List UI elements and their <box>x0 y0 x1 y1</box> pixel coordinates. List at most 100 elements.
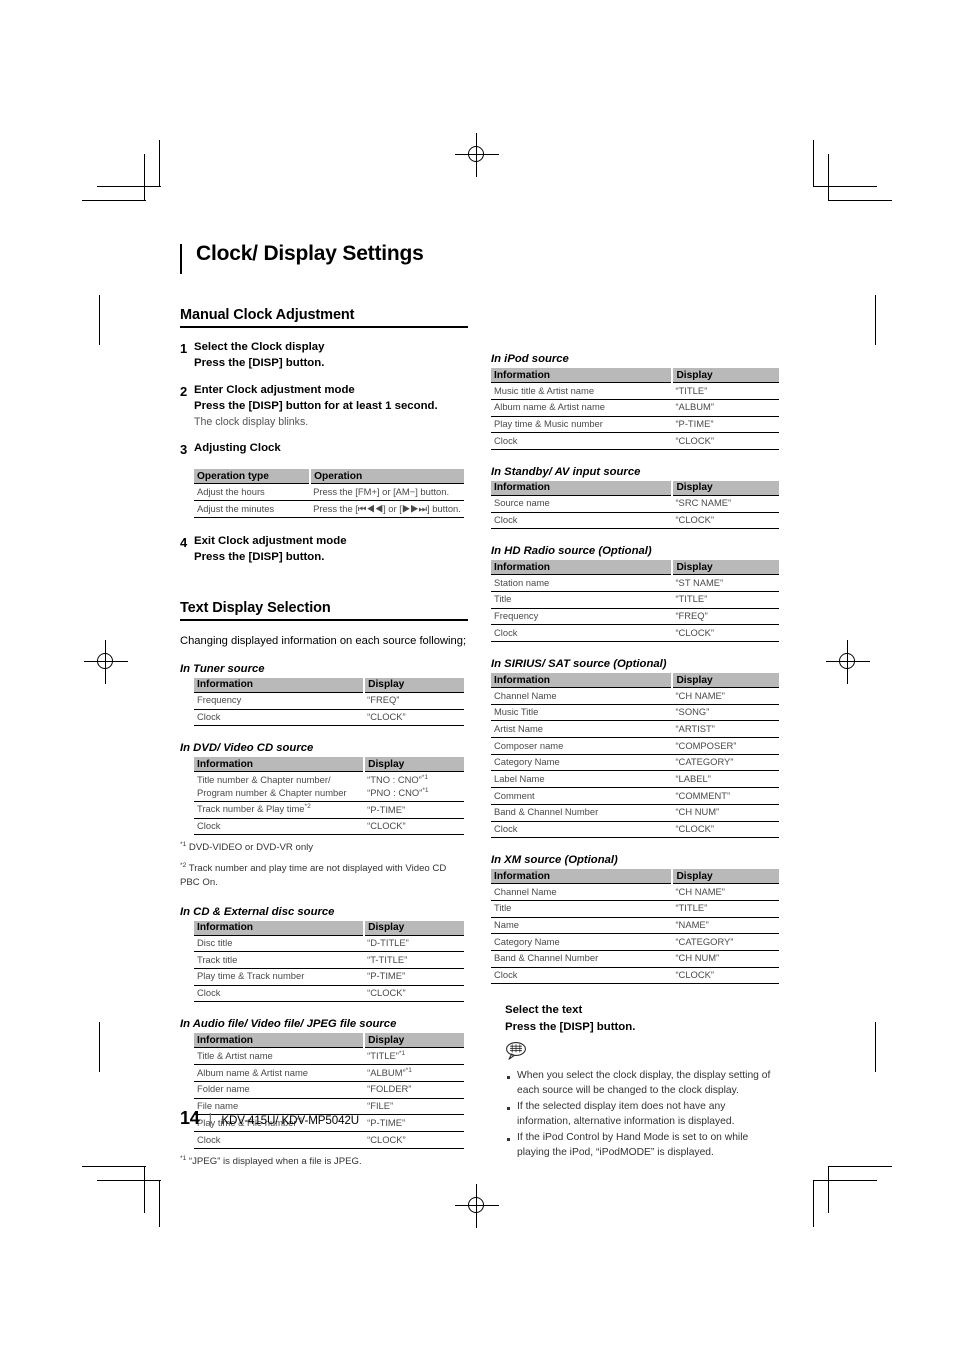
col-header-display: Display <box>364 920 464 936</box>
operation-type-cell: Adjust the minutes <box>194 500 311 518</box>
display-cell: “CATEGORY” <box>672 754 779 772</box>
information-cell: Clock <box>194 1131 365 1149</box>
information-cell: Play time & Music number <box>491 416 673 434</box>
crop-mark-bottom-left-v1 <box>144 1166 145 1213</box>
col-header-display: Display <box>672 368 779 384</box>
display-cell: “NAME” <box>672 917 779 935</box>
display-cell: “CLOCK” <box>672 432 779 450</box>
table-row: Clock “CLOCK” <box>194 709 464 727</box>
col-header-information: Information <box>491 368 674 384</box>
information-cell: Frequency <box>491 608 673 626</box>
display-cell: “CLOCK” <box>672 821 779 839</box>
information-cell: Play time & Track number <box>194 968 365 986</box>
step-2-title: Enter Clock adjustment mode <box>194 384 355 397</box>
information-cell: Comment <box>491 787 673 805</box>
footer-divider: | <box>208 1111 213 1128</box>
table-header-row: Information Display <box>491 673 779 689</box>
registration-mark-top <box>455 133 499 177</box>
information-cell: Title <box>491 900 673 918</box>
display-cell: “COMMENT” <box>672 787 779 805</box>
information-cell: Channel Name <box>491 883 673 901</box>
trim-rule-right-top <box>875 295 876 345</box>
ipod-source-table: Information Display Music title & Artist… <box>491 368 779 450</box>
table-row: Title & Artist name “TITLE”*1 <box>194 1047 464 1066</box>
crop-mark-bottom-right-h1 <box>828 1166 892 1167</box>
crop-mark-top-left-v2 <box>159 140 160 187</box>
table-row: Adjust the hours Press the [FM+] or [AM−… <box>194 483 464 502</box>
display-cell: “CLOCK” <box>364 1131 464 1149</box>
table-row: Music title & Artist name “TITLE” <box>491 382 779 400</box>
table-caption-xm: In XM source (Optional) <box>491 854 618 867</box>
operation-table: Operation type Operation Adjust the hour… <box>194 469 464 518</box>
table-row: Track title “T-TITLE” <box>194 951 464 969</box>
table-row: Play time & Music number “P-TIME” <box>491 416 779 434</box>
col-header-information: Information <box>194 920 366 936</box>
step-1-title: Select the Clock display <box>194 341 325 354</box>
cd-source-table: Information Display Disc title “D-TITLE”… <box>194 920 464 1003</box>
display-cell: “CATEGORY” <box>672 933 779 951</box>
display-cell: “TITLE”*1 <box>364 1047 464 1066</box>
table-header-row: Information Display <box>491 480 779 496</box>
text-display-intro: Changing displayed information on each s… <box>180 634 467 647</box>
operation-cell: Press the [⏮◀◀] or [▶▶⏭] button. <box>310 500 464 518</box>
tuner-source-table: Information Display Frequency “FREQ” Clo… <box>194 677 464 727</box>
display-cell: “CLOCK” <box>672 624 779 643</box>
information-cell: Channel Name <box>491 687 673 705</box>
table-row: Track number & Play time*2 “P-TIME” <box>194 801 464 819</box>
col-header-information: Information <box>194 757 366 773</box>
col-header-display: Display <box>672 869 779 885</box>
table-row: Album name & Artist name “ALBUM”*1 <box>194 1064 464 1082</box>
information-cell: Artist Name <box>491 720 673 739</box>
col-header-display: Display <box>364 757 464 773</box>
dvd-source-table: Information Display Title number & Chapt… <box>194 757 464 836</box>
display-cell: “CLOCK” <box>364 985 464 1003</box>
col-header-information: Information <box>491 560 674 576</box>
table-row: Disc title “D-TITLE” <box>194 935 464 953</box>
display-cell: “CLOCK” <box>364 709 464 727</box>
information-cell: Program number & Chapter number <box>194 786 365 802</box>
step-4-title: Exit Clock adjustment mode <box>194 534 347 547</box>
operation-table-header-operation: Operation <box>310 469 464 485</box>
information-cell: Band & Channel Number <box>491 804 673 822</box>
step-4-instruction: Press the [DISP] button. <box>194 550 325 563</box>
display-cell: “P-TIME” <box>364 1114 464 1133</box>
section-heading-text-display: Text Display Selection <box>180 600 468 621</box>
information-cell: Clock <box>491 624 673 643</box>
col-header-information: Information <box>194 1033 366 1049</box>
col-header-display: Display <box>672 560 779 576</box>
crop-mark-top-left-h2 <box>97 186 161 187</box>
display-cell: “ARTIST” <box>672 720 779 739</box>
display-cell: “FOLDER” <box>364 1081 464 1099</box>
standby-source-table: Information Display Source name “SRC NAM… <box>491 480 779 530</box>
table-header-row: Information Display <box>194 1033 464 1049</box>
dvd-footnote-1: *1 DVD-VIDEO or DVD-VR only <box>180 841 314 854</box>
information-cell: Clock <box>491 432 673 450</box>
information-cell: Station name <box>491 574 673 592</box>
information-cell: Title & Artist name <box>194 1047 365 1066</box>
table-caption-dvd: In DVD/ Video CD source <box>180 742 314 755</box>
information-cell: Category Name <box>491 754 673 772</box>
table-caption-sirius: In SIRIUS/ SAT source (Optional) <box>491 658 667 671</box>
crop-mark-bottom-left-h2 <box>97 1180 161 1181</box>
display-cell: “LABEL” <box>672 770 779 789</box>
information-cell: Source name <box>491 495 673 513</box>
page-footer: 14 | KDV-415U/ KDV-MP5042U <box>180 1108 359 1129</box>
table-header-row: Information Display <box>194 757 464 773</box>
information-cell: Track number & Play time*2 <box>194 801 365 819</box>
dvd-footnote-2: *2 Track number and play time are not di… <box>180 861 447 888</box>
display-cell: “CH NUM” <box>672 950 779 968</box>
table-row: Clock “CLOCK” <box>194 1131 464 1149</box>
information-cell: Clock <box>194 985 365 1003</box>
crop-mark-top-left-v1 <box>144 154 145 201</box>
crop-mark-bottom-right-v1 <box>828 1166 829 1213</box>
section-heading-manual-clock: Manual Clock Adjustment <box>180 307 468 329</box>
step-4-number: 4 <box>180 534 188 550</box>
information-cell: Clock <box>491 967 673 985</box>
display-cell: “D-TITLE” <box>364 935 464 953</box>
footer-model-name: KDV-415U/ KDV-MP5042U <box>221 1114 360 1127</box>
col-header-information: Information <box>491 673 674 689</box>
information-cell: Album name & Artist name <box>491 399 673 417</box>
information-cell: Music title & Artist name <box>491 382 673 400</box>
display-cell: “ALBUM” <box>672 399 779 417</box>
note-item: When you select the clock display, the d… <box>505 1069 779 1099</box>
